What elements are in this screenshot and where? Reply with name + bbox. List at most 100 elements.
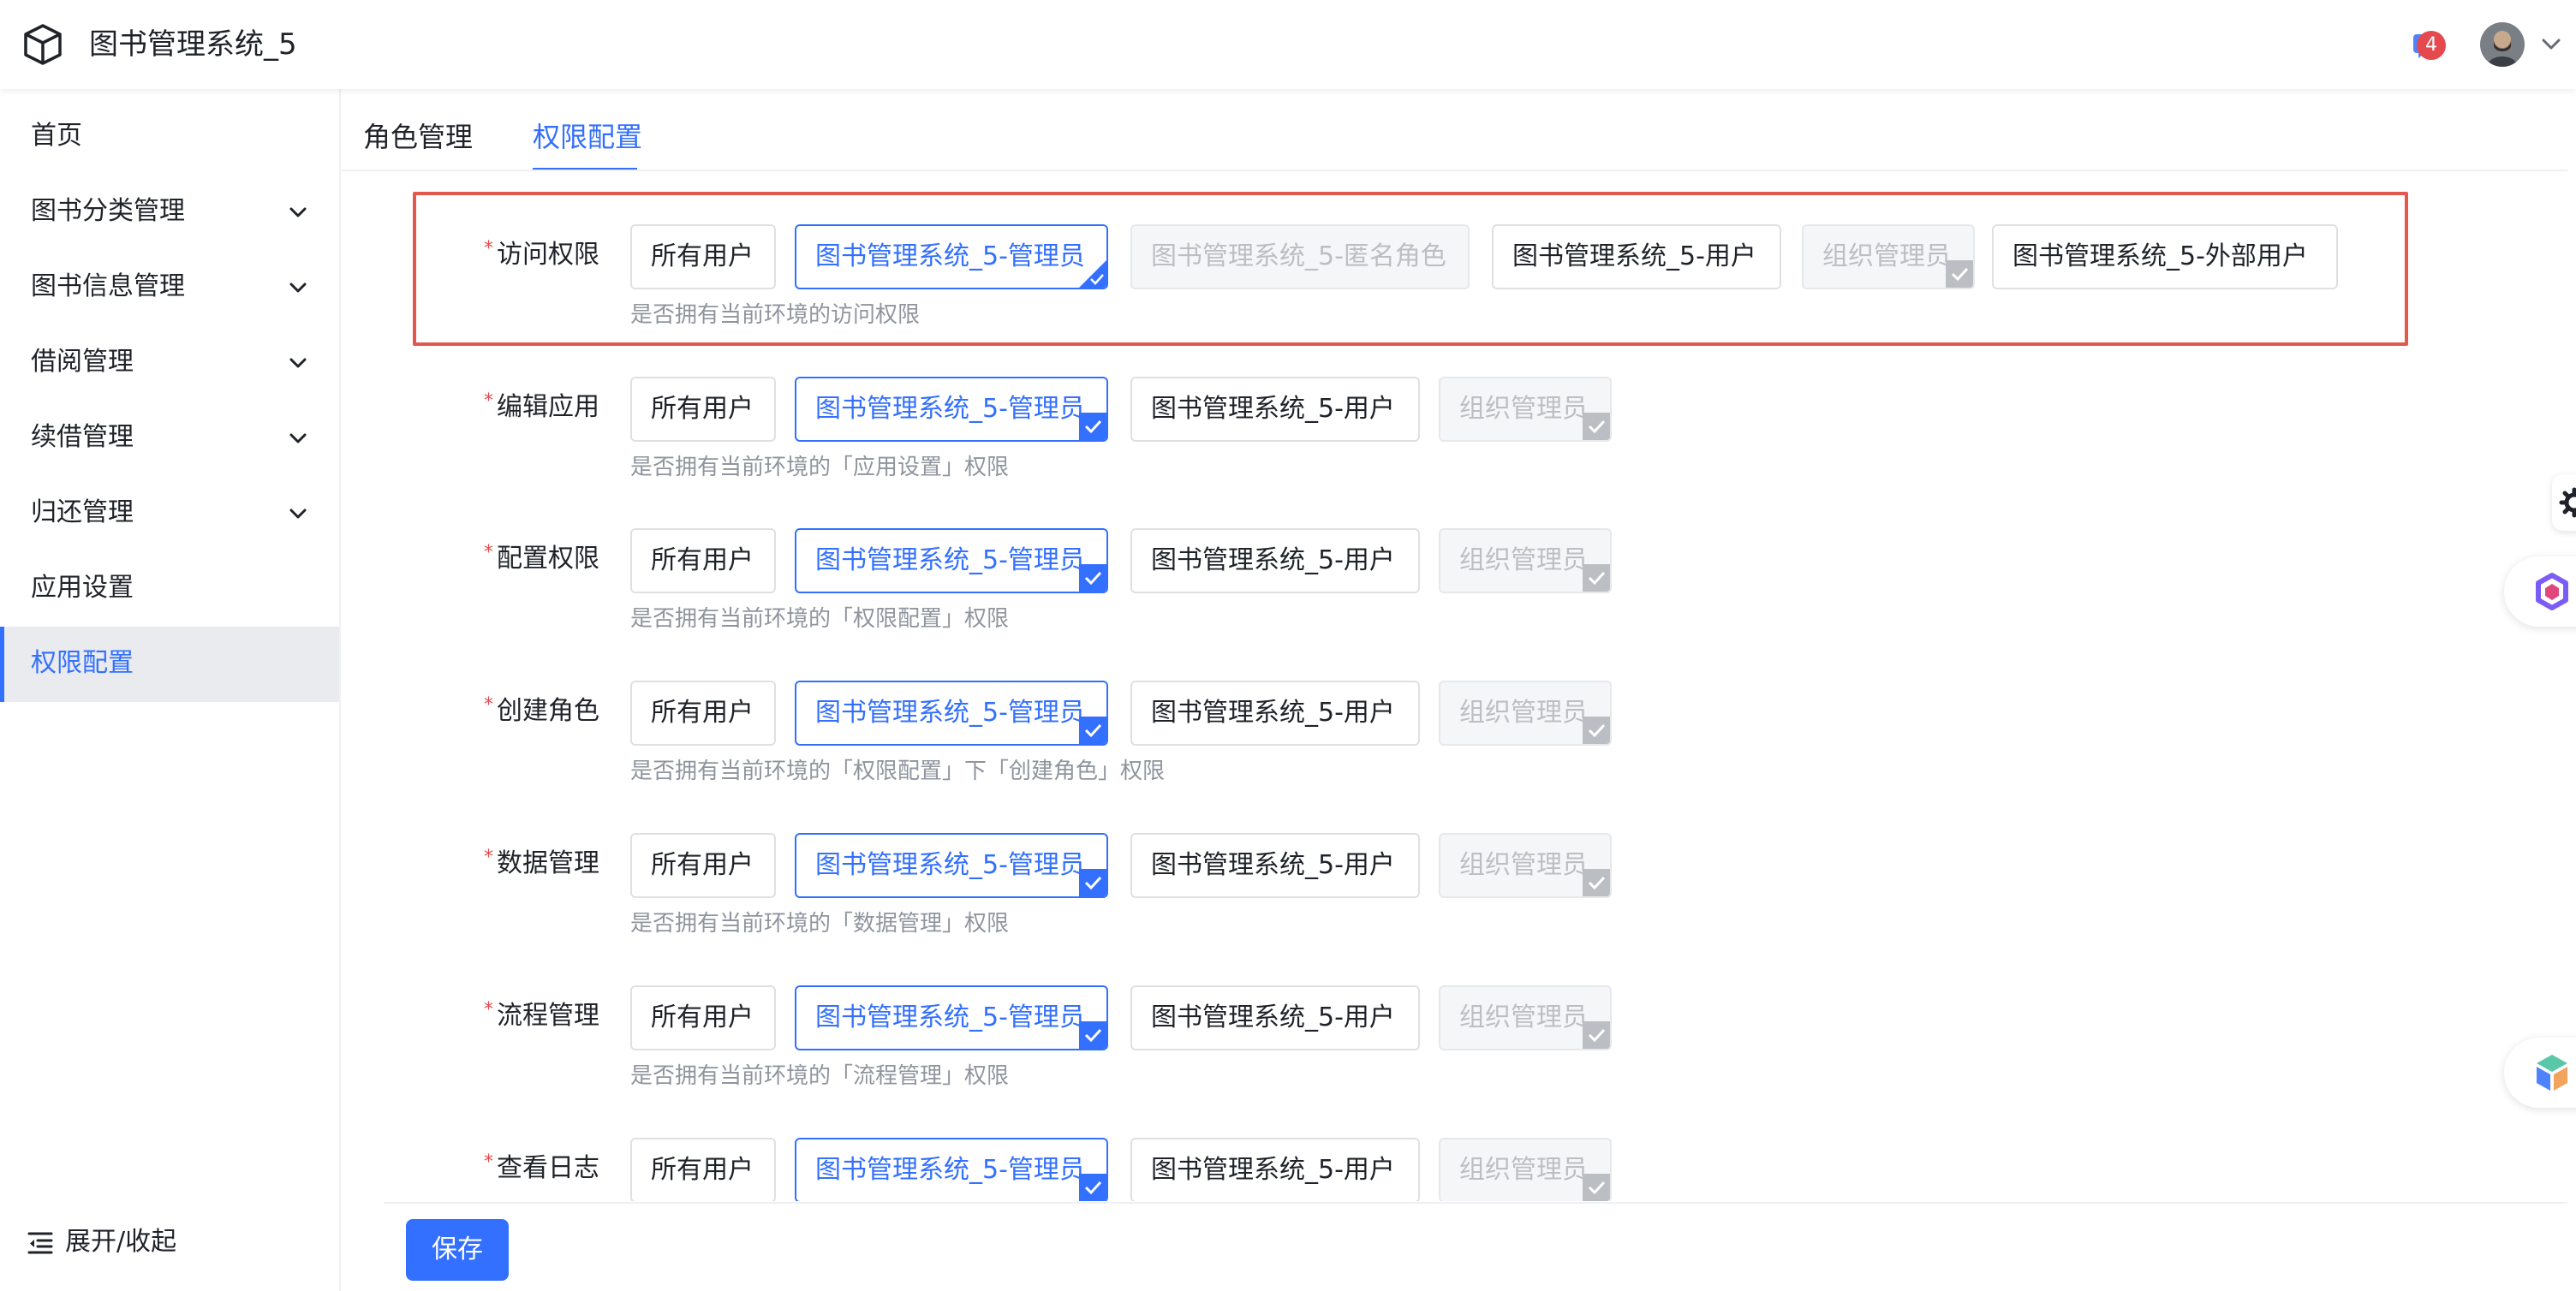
option-admin[interactable]: 图书管理系统_5-管理员 bbox=[795, 377, 1108, 442]
checkmark-icon bbox=[1079, 564, 1106, 592]
tab-permission-config[interactable]: 权限配置 bbox=[533, 116, 642, 158]
checkmark-icon bbox=[1583, 564, 1610, 592]
sidebar-item-label: 应用设置 bbox=[31, 573, 134, 603]
option-org-admin[interactable]: 组织管理员 bbox=[1439, 528, 1612, 593]
option-admin[interactable]: 图书管理系统_5-管理员 bbox=[795, 528, 1108, 593]
notification-badge[interactable]: 4 bbox=[2417, 31, 2446, 60]
permission-row-edit-app: * 编辑应用 所有用户 图书管理系统_5-管理员 图书管理系统_5-用户 组织管理… bbox=[339, 377, 2566, 505]
option-label: 组织管理员 bbox=[1459, 394, 1588, 424]
sidebar-item-app-settings[interactable]: 应用设置 bbox=[0, 551, 339, 627]
sidebar-item-return[interactable]: 归还管理 bbox=[0, 476, 339, 551]
option-all-users[interactable]: 所有用户 bbox=[630, 528, 776, 593]
option-user[interactable]: 图书管理系统_5-用户 bbox=[1492, 224, 1781, 289]
checkmark-icon bbox=[1583, 869, 1610, 896]
settings-float-button[interactable] bbox=[2552, 474, 2576, 531]
option-all-users[interactable]: 所有用户 bbox=[630, 377, 776, 442]
option-user[interactable]: 图书管理系统_5-用户 bbox=[1130, 1138, 1420, 1201]
chevron-down-icon bbox=[289, 358, 307, 368]
permission-description: 是否拥有当前环境的「应用设置」权限 bbox=[630, 455, 1010, 480]
required-mark: * bbox=[484, 238, 493, 259]
permission-row-logs: * 查看日志 所有用户 图书管理系统_5-管理员 图书管理系统_5-用户 组织管理… bbox=[339, 1138, 2566, 1201]
checkmark-icon bbox=[1079, 869, 1106, 896]
tab-divider bbox=[339, 170, 2567, 171]
checkmark-icon bbox=[1583, 413, 1610, 440]
app-widget-button[interactable] bbox=[2504, 1038, 2576, 1108]
permission-label-text: 数据管理 bbox=[497, 848, 599, 878]
top-bar: 图书管理系统_5 4 bbox=[0, 0, 2576, 89]
option-all-users[interactable]: 所有用户 bbox=[630, 1138, 776, 1201]
footer-divider bbox=[384, 1202, 2567, 1204]
option-all-users[interactable]: 所有用户 bbox=[630, 985, 776, 1050]
chevron-down-icon bbox=[289, 509, 307, 519]
sidebar-item-home[interactable]: 首页 bbox=[0, 99, 339, 175]
permission-label: * 配置权限 bbox=[480, 538, 599, 582]
permission-label-text: 编辑应用 bbox=[497, 392, 599, 422]
sidebar-item-category[interactable]: 图书分类管理 bbox=[0, 175, 339, 250]
option-external-user[interactable]: 图书管理系统_5-外部用户 bbox=[1992, 224, 2338, 289]
cube-icon bbox=[24, 24, 62, 65]
permission-description: 是否拥有当前环境的「流程管理」权限 bbox=[630, 1063, 1010, 1089]
permission-label: * 数据管理 bbox=[480, 843, 599, 887]
tab-role-management[interactable]: 角色管理 bbox=[363, 116, 473, 158]
permission-label-text: 访问权限 bbox=[497, 240, 599, 270]
option-label: 图书管理系统_5-用户 bbox=[1151, 545, 1395, 575]
assistant-logo-icon bbox=[2536, 573, 2568, 610]
permission-label-text: 创建角色 bbox=[497, 696, 599, 726]
option-label: 组织管理员 bbox=[1459, 698, 1588, 728]
option-user[interactable]: 图书管理系统_5-用户 bbox=[1130, 377, 1420, 442]
sidebar-item-label: 续借管理 bbox=[31, 422, 134, 452]
sidebar-item-permissions[interactable]: 权限配置 bbox=[0, 627, 339, 702]
option-admin[interactable]: 图书管理系统_5-管理员 bbox=[795, 985, 1108, 1050]
required-mark: * bbox=[484, 390, 493, 412]
option-label: 图书管理系统_5-管理员 bbox=[815, 241, 1085, 271]
avatar[interactable] bbox=[2480, 22, 2525, 67]
option-label: 所有用户 bbox=[651, 394, 754, 424]
chevron-down-icon[interactable] bbox=[2537, 29, 2566, 58]
sidebar-item-borrow[interactable]: 借阅管理 bbox=[0, 325, 339, 401]
chevron-down-icon bbox=[289, 283, 307, 293]
option-org-admin[interactable]: 组织管理员 bbox=[1802, 224, 1975, 289]
option-admin[interactable]: 图书管理系统_5-管理员 bbox=[795, 1138, 1108, 1201]
option-label: 图书管理系统_5-用户 bbox=[1151, 1155, 1395, 1185]
option-org-admin[interactable]: 组织管理员 bbox=[1439, 985, 1612, 1050]
option-label: 图书管理系统_5-管理员 bbox=[815, 698, 1085, 728]
option-all-users[interactable]: 所有用户 bbox=[630, 681, 776, 746]
checkmark-icon bbox=[1583, 1174, 1610, 1201]
permission-label: * 查看日志 bbox=[480, 1148, 599, 1192]
option-admin[interactable]: 图书管理系统_5-管理员 bbox=[795, 681, 1108, 746]
option-user[interactable]: 图书管理系统_5-用户 bbox=[1130, 985, 1420, 1050]
option-org-admin[interactable]: 组织管理员 bbox=[1439, 1138, 1612, 1201]
sidebar-item-renew[interactable]: 续借管理 bbox=[0, 401, 339, 476]
option-all-users[interactable]: 所有用户 bbox=[630, 224, 776, 289]
permission-description: 是否拥有当前环境的「权限配置」下「创建角色」权限 bbox=[630, 759, 1166, 784]
option-label: 图书管理系统_5-管理员 bbox=[815, 545, 1085, 575]
sidebar-item-label: 权限配置 bbox=[31, 648, 134, 678]
permission-label: * 编辑应用 bbox=[480, 387, 599, 431]
required-mark: * bbox=[484, 847, 493, 868]
required-mark: * bbox=[484, 694, 493, 716]
permission-label-text: 流程管理 bbox=[497, 1001, 599, 1031]
option-label: 图书管理系统_5-用户 bbox=[1151, 1002, 1395, 1032]
option-user[interactable]: 图书管理系统_5-用户 bbox=[1130, 833, 1420, 898]
option-anonymous[interactable]: 图书管理系统_5-匿名角色 bbox=[1130, 224, 1470, 289]
option-label: 组织管理员 bbox=[1459, 545, 1588, 575]
permission-label-text: 配置权限 bbox=[497, 544, 599, 574]
required-mark: * bbox=[484, 542, 493, 563]
option-label: 所有用户 bbox=[651, 241, 754, 271]
option-admin[interactable]: 图书管理系统_5-管理员 bbox=[795, 833, 1108, 898]
option-org-admin[interactable]: 组织管理员 bbox=[1439, 377, 1612, 442]
option-label: 组织管理员 bbox=[1822, 241, 1951, 271]
option-org-admin[interactable]: 组织管理员 bbox=[1439, 681, 1612, 746]
save-button[interactable]: 保存 bbox=[406, 1219, 509, 1281]
required-mark: * bbox=[484, 999, 493, 1020]
option-org-admin[interactable]: 组织管理员 bbox=[1439, 833, 1612, 898]
sidebar-item-book-info[interactable]: 图书信息管理 bbox=[0, 250, 339, 325]
option-user[interactable]: 图书管理系统_5-用户 bbox=[1130, 681, 1420, 746]
permission-label: * 访问权限 bbox=[480, 235, 599, 278]
option-user[interactable]: 图书管理系统_5-用户 bbox=[1130, 528, 1420, 593]
option-all-users[interactable]: 所有用户 bbox=[630, 833, 776, 898]
option-label: 所有用户 bbox=[651, 545, 754, 575]
option-admin[interactable]: 图书管理系统_5-管理员 bbox=[795, 224, 1108, 289]
ai-assistant-button[interactable] bbox=[2504, 556, 2576, 627]
option-label: 组织管理员 bbox=[1459, 850, 1588, 880]
